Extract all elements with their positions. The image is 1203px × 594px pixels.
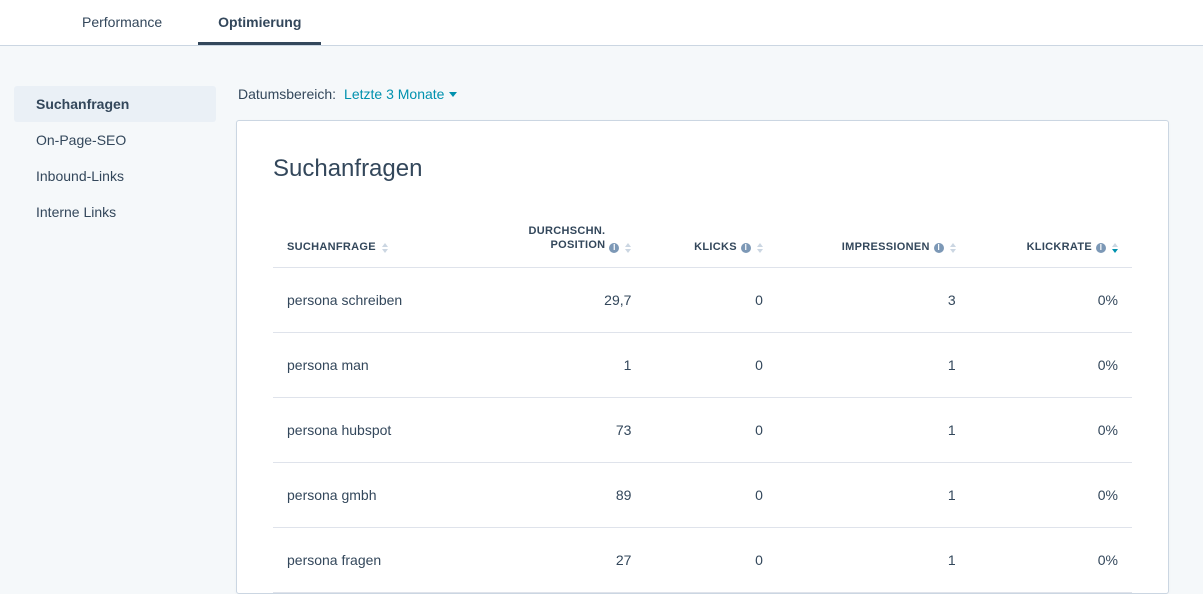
chevron-down-icon xyxy=(449,92,457,97)
sort-icon xyxy=(625,243,631,253)
info-icon: i xyxy=(741,243,751,253)
panel: Suchanfragen SUCHANFRAGE xyxy=(236,120,1169,594)
cell-position: 27 xyxy=(468,527,646,592)
cell-clicks: 0 xyxy=(645,332,776,397)
table-row: persona schreiben29,7030% xyxy=(273,267,1132,332)
cell-position: 1 xyxy=(468,332,646,397)
sidebar: Suchanfragen On-Page-SEO Inbound-Links I… xyxy=(14,86,216,594)
sort-icon xyxy=(1112,243,1118,253)
cell-impressions: 1 xyxy=(777,527,970,592)
tab-performance[interactable]: Performance xyxy=(62,0,182,45)
cell-position: 89 xyxy=(468,462,646,527)
cell-query: persona gmbh xyxy=(273,462,468,527)
col-header-query[interactable]: SUCHANFRAGE xyxy=(273,213,468,267)
info-icon: i xyxy=(934,243,944,253)
cell-query: persona man xyxy=(273,332,468,397)
date-range-row: Datumsbereich: Letzte 3 Monate xyxy=(238,86,1169,102)
col-header-impressions-label: IMPRESSIONEN xyxy=(842,241,930,253)
table-row: persona man1010% xyxy=(273,332,1132,397)
col-header-position-label-1: DURCHSCHN. xyxy=(528,225,605,239)
cell-clicks: 0 xyxy=(645,397,776,462)
sidebar-item-inbound-links[interactable]: Inbound-Links xyxy=(14,158,216,194)
col-header-position-label-2: POSITION xyxy=(550,239,605,253)
col-header-position[interactable]: DURCHSCHN. POSITION i xyxy=(468,213,646,267)
cell-impressions: 1 xyxy=(777,397,970,462)
info-icon: i xyxy=(1096,243,1106,253)
cell-clicks: 0 xyxy=(645,527,776,592)
main-content: Datumsbereich: Letzte 3 Monate Suchanfra… xyxy=(216,86,1203,594)
sort-icon xyxy=(757,243,763,253)
cell-ctr: 0% xyxy=(970,462,1132,527)
top-tabs: Performance Optimierung xyxy=(0,0,1203,46)
cell-query: persona fragen xyxy=(273,527,468,592)
cell-impressions: 3 xyxy=(777,267,970,332)
cell-clicks: 0 xyxy=(645,462,776,527)
cell-ctr: 0% xyxy=(970,397,1132,462)
cell-position: 73 xyxy=(468,397,646,462)
cell-ctr: 0% xyxy=(970,267,1132,332)
sidebar-item-onpage-seo[interactable]: On-Page-SEO xyxy=(14,122,216,158)
sort-icon xyxy=(950,243,956,253)
cell-position: 29,7 xyxy=(468,267,646,332)
col-header-clicks[interactable]: KLICKS i xyxy=(645,213,776,267)
col-header-ctr-label: KLICKRATE xyxy=(1027,241,1092,253)
sidebar-item-suchanfragen[interactable]: Suchanfragen xyxy=(14,86,216,122)
table-row: persona gmbh89010% xyxy=(273,462,1132,527)
cell-impressions: 1 xyxy=(777,332,970,397)
sidebar-item-interne-links[interactable]: Interne Links xyxy=(14,194,216,230)
cell-query: persona hubspot xyxy=(273,397,468,462)
col-header-clicks-label: KLICKS xyxy=(694,241,737,253)
col-header-impressions[interactable]: IMPRESSIONEN i xyxy=(777,213,970,267)
date-range-select[interactable]: Letzte 3 Monate xyxy=(344,86,457,102)
info-icon: i xyxy=(609,243,619,253)
col-header-ctr[interactable]: KLICKRATE i xyxy=(970,213,1132,267)
tab-optimierung[interactable]: Optimierung xyxy=(198,0,321,45)
cell-ctr: 0% xyxy=(970,527,1132,592)
cell-clicks: 0 xyxy=(645,267,776,332)
sort-icon xyxy=(382,243,388,253)
cell-impressions: 1 xyxy=(777,462,970,527)
cell-query: persona schreiben xyxy=(273,267,468,332)
table-row: persona fragen27010% xyxy=(273,527,1132,592)
date-range-label: Datumsbereich: xyxy=(238,86,336,102)
cell-ctr: 0% xyxy=(970,332,1132,397)
col-header-query-label: SUCHANFRAGE xyxy=(287,241,376,253)
page-body: Suchanfragen On-Page-SEO Inbound-Links I… xyxy=(0,46,1203,594)
panel-title: Suchanfragen xyxy=(273,155,1132,183)
table-row: persona hubspot73010% xyxy=(273,397,1132,462)
queries-table: SUCHANFRAGE DURCHSCHN. POSITION i xyxy=(273,213,1132,593)
date-range-value: Letzte 3 Monate xyxy=(344,86,444,102)
